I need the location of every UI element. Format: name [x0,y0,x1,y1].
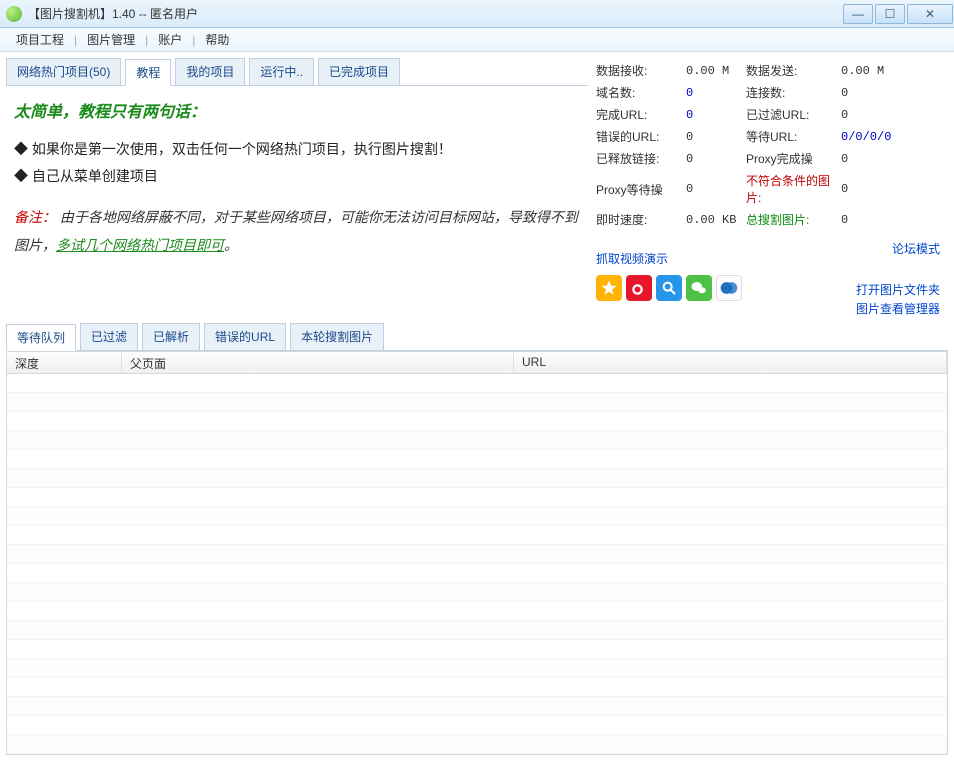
table-row [7,393,947,412]
search-share-icon[interactable] [656,275,682,301]
qzone-icon[interactable] [596,275,622,301]
stat-total-img-label: 总搜割图片: [746,211,841,228]
tab-parsed[interactable]: 已解析 [142,323,200,350]
table-row [7,431,947,450]
stat-released-links-label: 已释放链接: [596,150,686,167]
tab-filtered[interactable]: 已过滤 [80,323,138,350]
tutorial-line1: ◆ 如果你是第一次使用，双击任何一个网络热门项目，执行图片搜割！ [14,136,580,163]
video-demo-link[interactable]: 抓取视频演示 [596,250,668,267]
wechat-icon[interactable] [686,275,712,301]
table-row [7,678,947,697]
tutorial-line2: ◆ 自己从菜单创建项目 [14,163,580,190]
stat-error-url-label: 错误的URL: [596,128,686,145]
tab-wait-queue[interactable]: 等待队列 [6,324,76,351]
stat-done-url-value: 0 [686,108,746,122]
col-depth[interactable]: 深度 [7,352,122,373]
stat-proxy-done-label: Proxy完成操 [746,150,841,167]
menu-separator: | [143,33,150,47]
tab-running[interactable]: 运行中.. [249,58,314,85]
stat-proxy-wait-value: 0 [686,182,746,196]
menu-images[interactable]: 图片管理 [79,31,143,48]
minimize-button[interactable]: — [843,4,873,24]
menu-separator: | [190,33,197,47]
table-row [7,526,947,545]
stat-domains-label: 域名数: [596,84,686,101]
table-row [7,412,947,431]
main-tabstrip: 网络热门项目(50) 教程 我的项目 运行中.. 已完成项目 [6,58,588,86]
stat-not-match-value: 0 [841,182,901,196]
titlebar: 【图片搜割机】1.40 -- 匿名用户 — ☐ ✕ [0,0,954,28]
stat-error-url-value: 0 [686,130,746,144]
stat-data-send-label: 数据发送: [746,62,841,79]
stat-connections-label: 连接数: [746,84,841,101]
tab-completed[interactable]: 已完成项目 [318,58,400,85]
table-row [7,602,947,621]
table-row [7,697,947,716]
stat-proxy-wait-label: Proxy等待操 [596,181,686,198]
tutorial-panel: 太简单，教程只有两句话： ◆ 如果你是第一次使用，双击任何一个网络热门项目，执行… [6,86,588,273]
menu-account[interactable]: 账户 [150,31,190,48]
table-row [7,374,947,393]
stat-data-recv-label: 数据接收: [596,62,686,79]
stat-not-match-label: 不符合条件的图片: [746,172,841,206]
stat-total-img-value: 0 [841,213,901,227]
app-icon [6,6,22,22]
image-viewer-link[interactable]: 图片查看管理器 [856,300,940,319]
table-row [7,450,947,469]
menu-help[interactable]: 帮助 [197,31,237,48]
stat-released-links-value: 0 [686,152,746,166]
stat-connections-value: 0 [841,86,901,100]
table-row [7,659,947,678]
stat-domains-value: 0 [686,86,746,100]
weibo-icon[interactable] [626,275,652,301]
renren-icon[interactable] [716,275,742,301]
note-period: 。 [224,239,238,254]
stat-data-recv-value: 0.00 M [686,64,746,78]
table-row [7,716,947,735]
table-row [7,507,947,526]
menu-project[interactable]: 项目工程 [8,31,72,48]
lower-tabstrip: 等待队列 已过滤 已解析 错误的URL 本轮搜割图片 [6,323,948,351]
table-row [7,545,947,564]
table-row [7,583,947,602]
menubar: 项目工程 | 图片管理 | 账户 | 帮助 [0,28,954,52]
window-title: 【图片搜割机】1.40 -- 匿名用户 [28,5,842,22]
tab-tutorial[interactable]: 教程 [125,59,171,86]
tab-error-url[interactable]: 错误的URL [204,323,286,350]
stat-filtered-url-label: 已过滤URL: [746,106,841,123]
table-body [7,374,947,754]
maximize-button[interactable]: ☐ [875,4,905,24]
stat-wait-url-label: 等待URL: [746,128,841,145]
stat-done-url-label: 完成URL: [596,106,686,123]
stat-filtered-url-value: 0 [841,108,901,122]
social-icons [596,275,742,301]
note-link[interactable]: 多试几个网络热门项目即可 [56,237,224,253]
note-label: 备注： [14,211,56,226]
window-controls: — ☐ ✕ [842,4,954,24]
table-row [7,469,947,488]
table-row [7,735,947,754]
table-row [7,564,947,583]
col-url[interactable]: URL [514,352,947,373]
tab-round-images[interactable]: 本轮搜割图片 [290,323,384,350]
col-parent[interactable]: 父页面 [122,352,514,373]
tab-hot-projects[interactable]: 网络热门项目(50) [6,58,121,85]
stat-wait-url-value: 0/0/0/0 [841,130,901,144]
stats-panel: 数据接收: 0.00 M 数据发送: 0.00 M 域名数: 0 连接数: 0 … [588,58,948,319]
table-header: 深度 父页面 URL [7,352,947,374]
queue-table: 深度 父页面 URL [6,351,948,755]
table-row [7,621,947,640]
stat-speed-value: 0.00 KB [686,213,746,227]
open-folder-link[interactable]: 打开图片文件夹 [856,281,940,300]
menu-separator: | [72,33,79,47]
forum-mode-link[interactable]: 论坛模式 [892,240,940,267]
close-button[interactable]: ✕ [907,4,953,24]
stat-speed-label: 即时速度: [596,211,686,228]
table-row [7,488,947,507]
tutorial-title: 太简单，教程只有两句话： [14,98,580,128]
tab-my-projects[interactable]: 我的项目 [175,58,245,85]
stat-data-send-value: 0.00 M [841,64,901,78]
table-row [7,640,947,659]
stat-proxy-done-value: 0 [841,152,901,166]
